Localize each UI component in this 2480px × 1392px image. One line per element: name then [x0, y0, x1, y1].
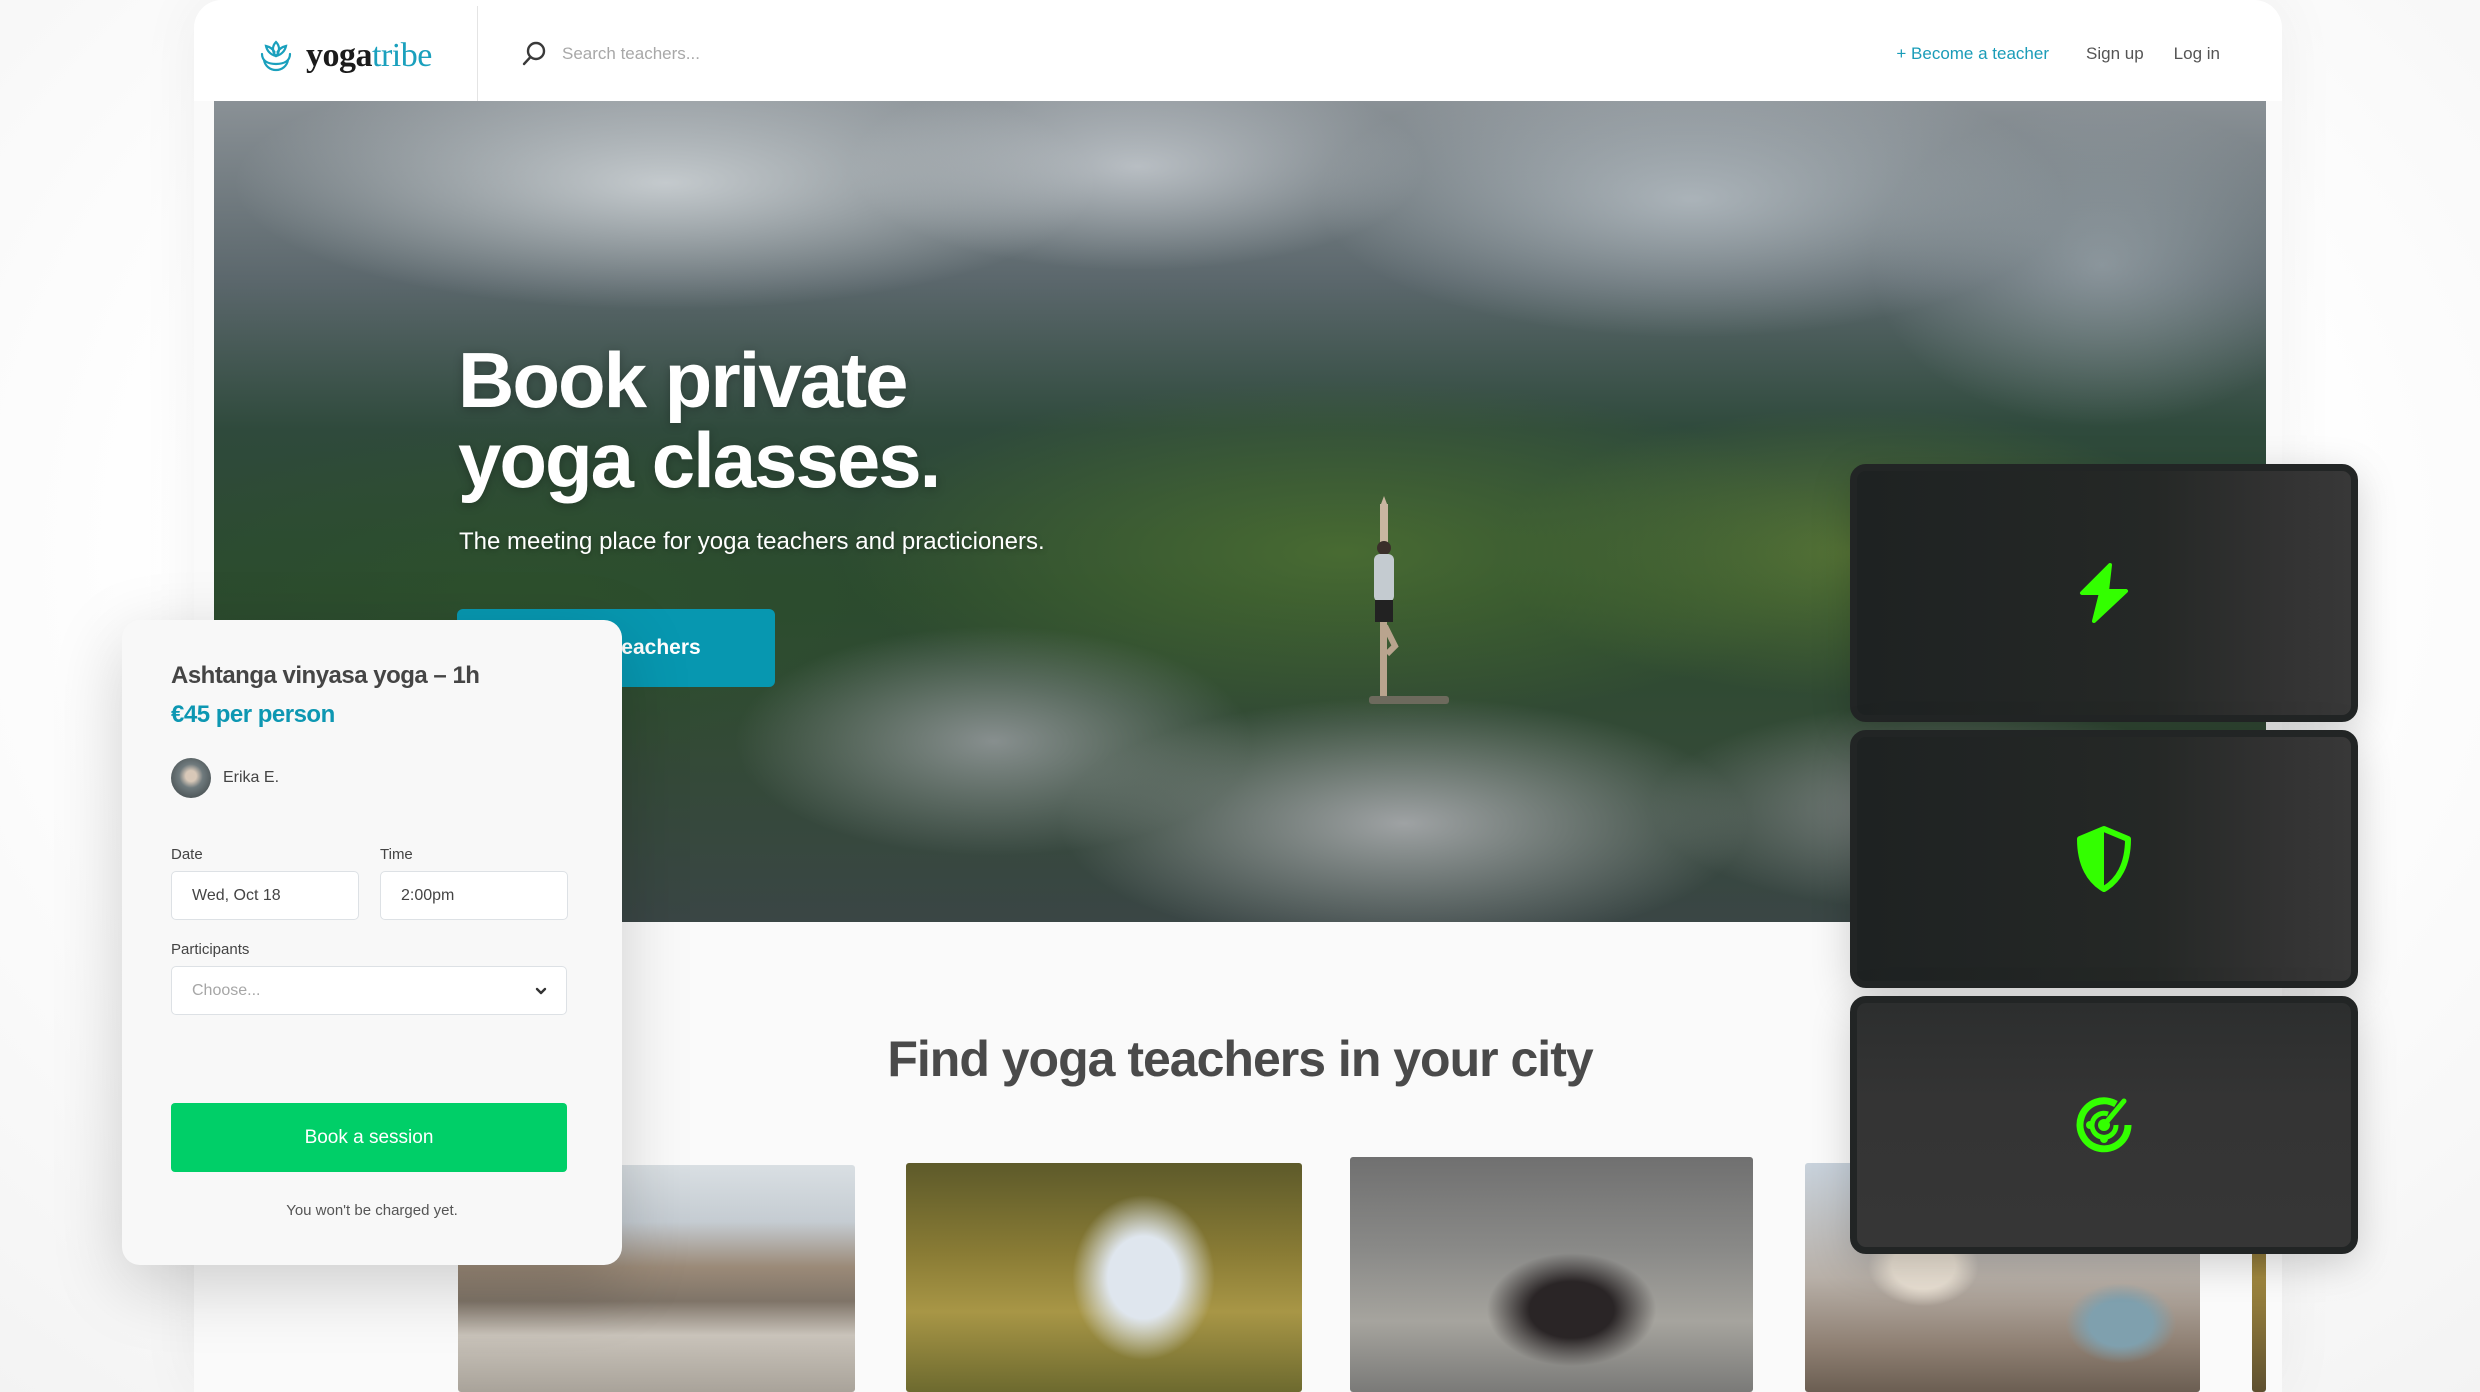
participants-select[interactable]: Choose...: [171, 966, 567, 1015]
logo[interactable]: yogatribe: [258, 36, 432, 76]
date-value: Wed, Oct 18: [192, 886, 281, 904]
become-teacher-link[interactable]: + Become a teacher: [1896, 44, 2049, 64]
time-field[interactable]: 2:00pm: [380, 871, 568, 920]
class-price: €45 per person: [171, 701, 335, 728]
shield-icon: [2077, 826, 2131, 892]
chevron-down-icon: [535, 987, 547, 994]
book-session-button[interactable]: Book a session: [171, 1103, 567, 1172]
date-label: Date: [171, 846, 203, 863]
participants-placeholder: Choose...: [192, 981, 261, 999]
charge-note: You won't be charged yet.: [286, 1202, 458, 1219]
logo-text: yogatribe: [306, 37, 432, 74]
sign-up-link[interactable]: Sign up: [2086, 44, 2144, 64]
search-bar: [520, 40, 862, 68]
city-card-image[interactable]: [906, 1163, 1302, 1392]
search-input[interactable]: [562, 44, 862, 64]
lightning-bolt-icon: [2080, 563, 2128, 623]
teacher-name: Erika E.: [223, 769, 280, 786]
hero-subtitle: The meeting place for yoga teachers and …: [459, 528, 1045, 555]
class-title: Ashtanga vinyasa yoga – 1h: [171, 662, 480, 689]
teacher-info[interactable]: Erika E.: [171, 758, 279, 798]
search-icon[interactable]: [520, 40, 548, 68]
lotus-icon: [260, 40, 292, 72]
radar-target-icon: [2076, 1097, 2132, 1153]
feature-card-security: [1850, 730, 2358, 988]
hero-title: Book private yoga classes.: [458, 336, 941, 504]
yoga-person-figure: [1374, 496, 1399, 696]
time-value: 2:00pm: [401, 886, 455, 904]
feature-card-speed: [1850, 464, 2358, 722]
booking-card: Ashtanga vinyasa yoga – 1h €45 per perso…: [122, 620, 622, 1265]
header-divider: [477, 6, 478, 101]
date-field[interactable]: Wed, Oct 18: [171, 871, 359, 920]
hero-ledge: [1369, 696, 1449, 704]
city-card-image[interactable]: [1350, 1157, 1753, 1392]
header-nav: + Become a teacher Sign up Log in: [1896, 44, 2220, 64]
time-label: Time: [380, 846, 413, 863]
feature-card-target: [1850, 996, 2358, 1254]
participants-label: Participants: [171, 941, 250, 958]
teacher-avatar: [171, 758, 211, 798]
log-in-link[interactable]: Log in: [2174, 44, 2220, 64]
